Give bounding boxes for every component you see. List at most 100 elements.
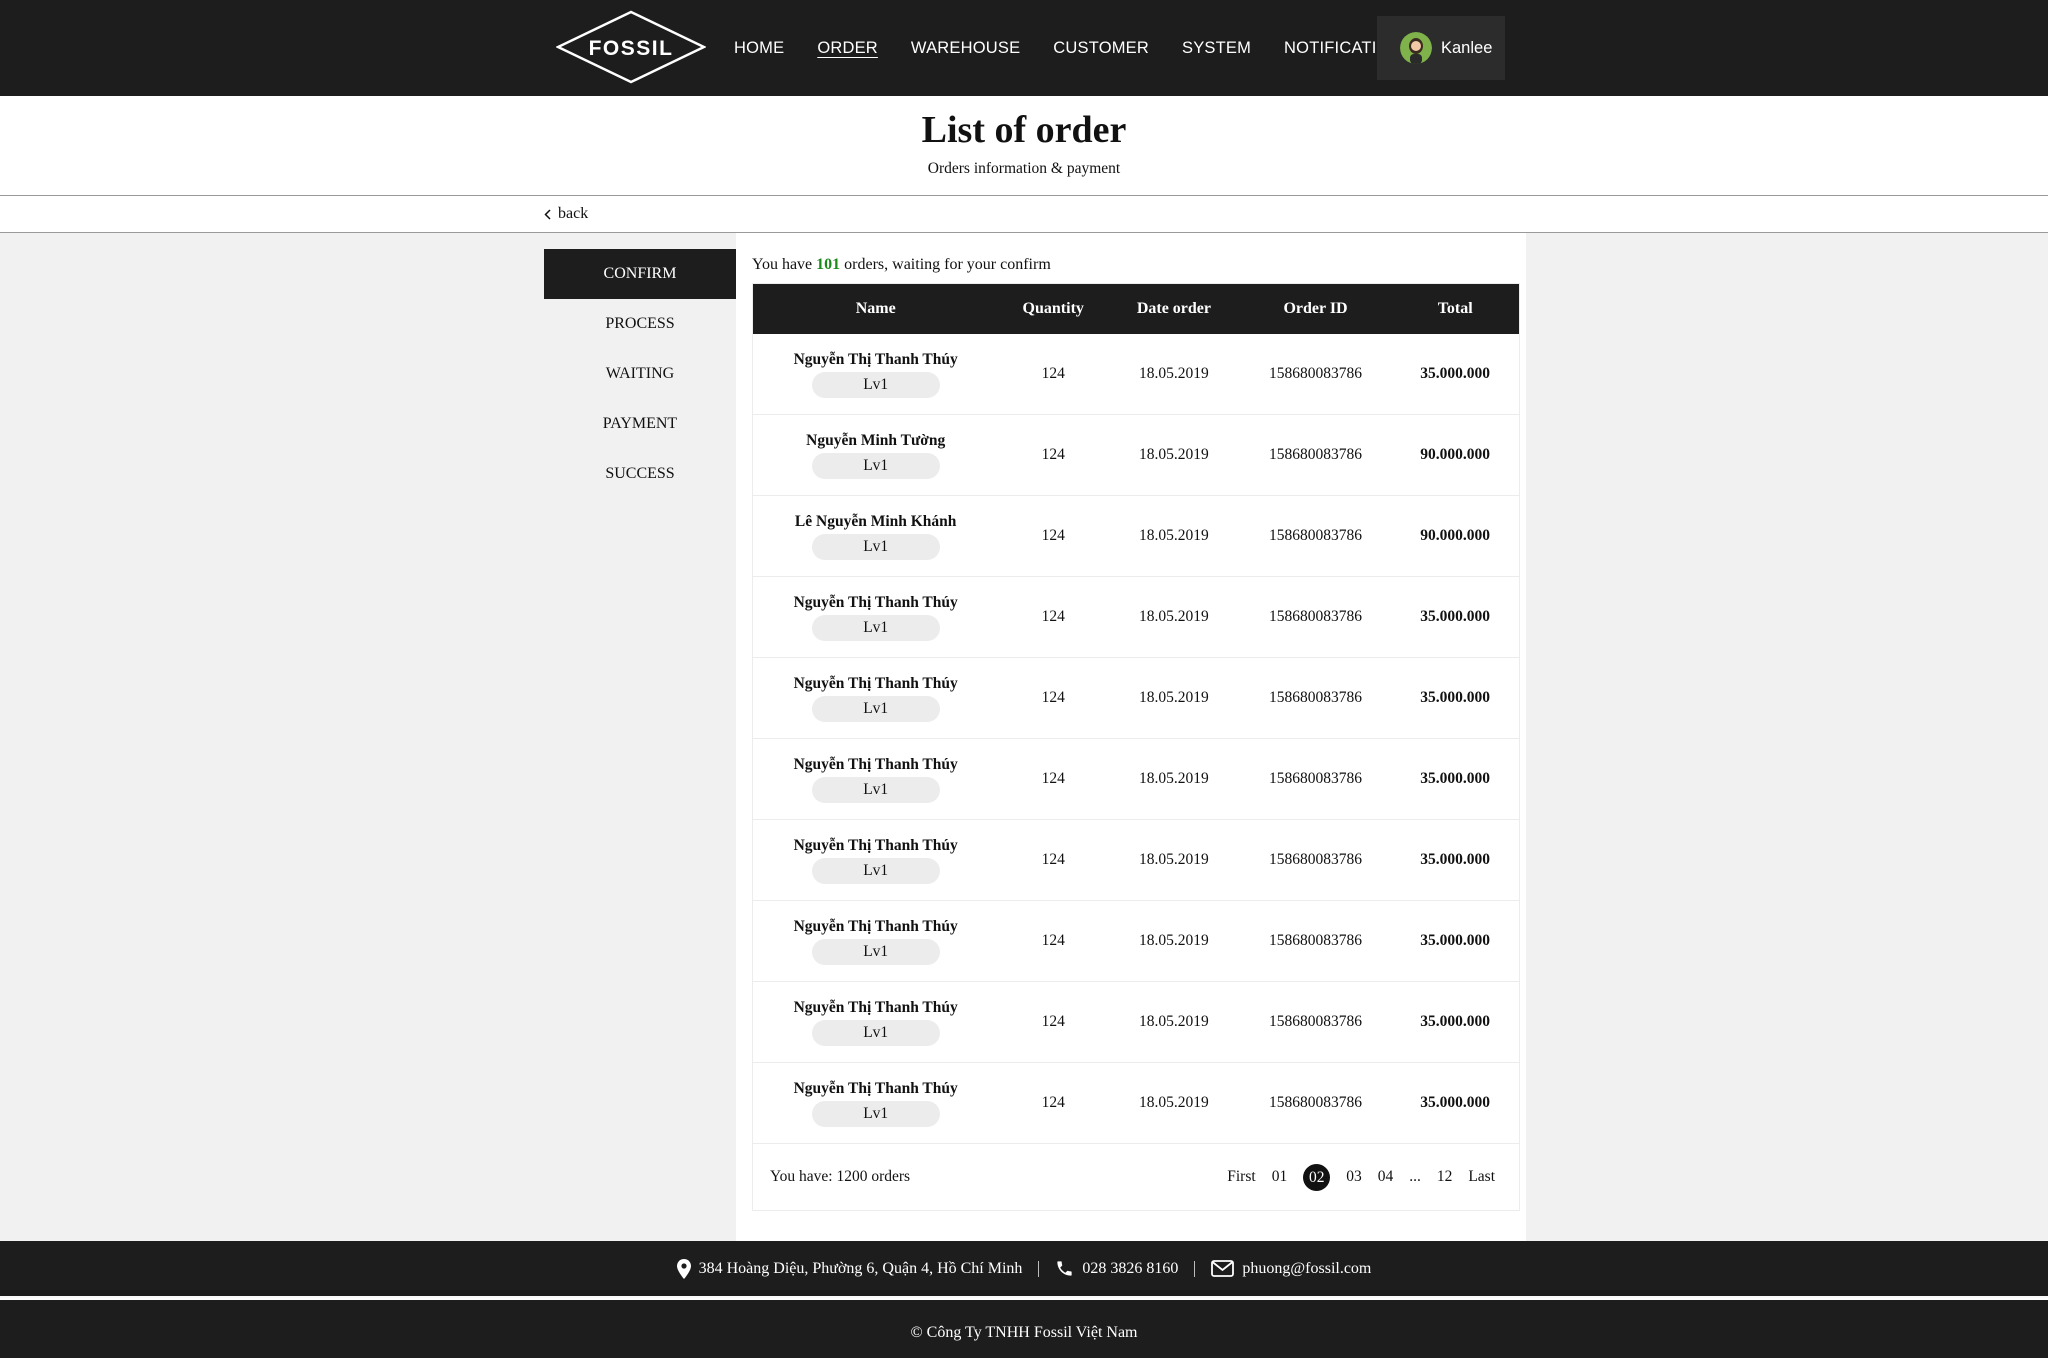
top-navigation-bar: FOSSIL HOME ORDER WAREHOUSE CUSTOMER SYS… (0, 0, 2048, 96)
nav-system[interactable]: SYSTEM (1182, 39, 1251, 58)
customer-cell: Nguyễn Thị Thanh Thúy Lv1 (753, 837, 998, 884)
table-header: Name Quantity Date order Order ID Total (753, 284, 1519, 334)
customer-level-badge: Lv1 (811, 452, 940, 479)
order-id-cell: 158680083786 (1269, 689, 1363, 706)
user-name: Kanlee (1441, 38, 1493, 57)
fossil-logo[interactable]: FOSSIL (556, 10, 706, 84)
order-id-cell: 158680083786 (1269, 1094, 1363, 1111)
phone-icon (1057, 1261, 1073, 1276)
sidebar-item-process[interactable]: PROCESS (544, 299, 736, 349)
sidebar-item-payment[interactable]: PAYMENT (544, 399, 736, 449)
total-cell: 90.000.000 (1420, 527, 1491, 544)
column-header-quantity: Quantity (1022, 300, 1084, 317)
main-nav: HOME ORDER WAREHOUSE CUSTOMER SYSTEM NOT… (734, 0, 1435, 96)
total-cell: 35.000.000 (1420, 932, 1491, 949)
customer-cell: Nguyễn Thị Thanh Thúy Lv1 (753, 918, 998, 965)
customer-cell: Nguyễn Minh Tường Lv1 (753, 432, 998, 479)
page-03[interactable]: 03 (1346, 1168, 1362, 1186)
nav-customer[interactable]: CUSTOMER (1053, 39, 1149, 58)
page-01[interactable]: 01 (1272, 1168, 1288, 1186)
order-id-cell: 158680083786 (1269, 1013, 1363, 1030)
quantity-cell: 124 (1041, 446, 1065, 463)
date-cell: 18.05.2019 (1139, 932, 1209, 949)
nav-order[interactable]: ORDER (817, 39, 878, 58)
quantity-cell: 124 (1041, 932, 1065, 949)
table-row[interactable]: Nguyễn Thị Thanh Thúy Lv1 124 18.05.2019 158… (753, 1063, 1519, 1144)
page-subtitle: Orders information & payment (927, 160, 1121, 177)
user-menu[interactable]: Kanlee (1377, 16, 1505, 80)
order-id-cell: 158680083786 (1269, 932, 1363, 949)
pagination: First 01 02 03 04 ... 12 Last (1211, 1163, 1495, 1191)
table-row[interactable]: Nguyễn Thị Thanh Thúy Lv1 124 18.05.2019 158… (753, 982, 1519, 1063)
table-row[interactable]: Nguyễn Thị Thanh Thúy Lv1 124 18.05.2019 158… (753, 577, 1519, 658)
orders-summary: You have 101 orders, waiting for your co… (752, 256, 1051, 274)
customer-name: Lê Nguyễn Minh Khánh (794, 512, 957, 530)
table-row[interactable]: Nguyễn Thị Thanh Thúy Lv1 124 18.05.2019 158… (753, 658, 1519, 739)
customer-name: Nguyễn Thị Thanh Thúy (793, 998, 958, 1016)
customer-cell: Nguyễn Thị Thanh Thúy Lv1 (753, 351, 998, 398)
table-row[interactable]: Nguyễn Thị Thanh Thúy Lv1 124 18.05.2019 158… (753, 901, 1519, 982)
customer-level-badge: Lv1 (811, 614, 940, 641)
status-sidebar: CONFIRM PROCESS WAITING PAYMENT SUCCESS (544, 249, 736, 499)
sidebar-item-success[interactable]: SUCCESS (544, 449, 736, 499)
phone-text: 028 3826 8160 (1082, 1259, 1179, 1277)
customer-level-badge: Lv1 (811, 1019, 940, 1046)
customer-name: Nguyễn Thị Thanh Thúy (793, 350, 958, 368)
sidebar-item-confirm[interactable]: CONFIRM (544, 249, 736, 299)
table-row[interactable]: Nguyễn Thị Thanh Thúy Lv1 124 18.05.2019 158… (753, 334, 1519, 415)
table-row[interactable]: Nguyễn Thị Thanh Thúy Lv1 124 18.05.2019 158… (753, 739, 1519, 820)
user-avatar-icon (1400, 32, 1432, 64)
customer-cell: Nguyễn Thị Thanh Thúy Lv1 (753, 1080, 998, 1127)
email-text: phuong@fossil.com (1242, 1259, 1372, 1277)
sidebar-item-waiting[interactable]: WAITING (544, 349, 736, 399)
quantity-cell: 124 (1041, 770, 1065, 787)
contact-footer: 384 Hoàng Diệu, Phường 6, Quận 4, Hồ Chí… (0, 1241, 2048, 1298)
total-cell: 35.000.000 (1420, 365, 1491, 382)
total-cell: 35.000.000 (1420, 608, 1491, 625)
date-cell: 18.05.2019 (1139, 365, 1209, 382)
order-id-cell: 158680083786 (1269, 851, 1363, 868)
customer-level-badge: Lv1 (811, 371, 940, 398)
page-12[interactable]: 12 (1437, 1168, 1453, 1186)
page-02[interactable]: 02 (1303, 1163, 1331, 1191)
customer-cell: Lê Nguyễn Minh Khánh Lv1 (753, 513, 998, 560)
back-link[interactable]: back (544, 205, 588, 223)
total-cell: 35.000.000 (1420, 851, 1491, 868)
quantity-cell: 124 (1041, 1094, 1065, 1111)
nav-home[interactable]: HOME (734, 39, 784, 58)
table-row[interactable]: Nguyễn Thị Thanh Thúy Lv1 124 18.05.2019 158… (753, 820, 1519, 901)
date-cell: 18.05.2019 (1139, 770, 1209, 787)
page-04[interactable]: 04 (1378, 1168, 1394, 1186)
customer-name: Nguyễn Minh Tường (806, 431, 946, 449)
column-header-name: Name (855, 300, 896, 317)
table-row[interactable]: Nguyễn Minh Tường Lv1 124 18.05.2019 1586800… (753, 415, 1519, 496)
orders-table: Name Quantity Date order Order ID Total … (752, 283, 1520, 1211)
customer-cell: Nguyễn Thị Thanh Thúy Lv1 (753, 999, 998, 1046)
copyright-footer: © Công Ty TNHH Fossil Việt Nam (0, 1300, 2048, 1358)
customer-level-badge: Lv1 (811, 1100, 940, 1127)
logo-text: FOSSIL (589, 37, 674, 60)
column-header-date: Date order (1136, 300, 1211, 317)
date-cell: 18.05.2019 (1139, 1094, 1209, 1111)
date-cell: 18.05.2019 (1139, 851, 1209, 868)
customer-level-badge: Lv1 (811, 695, 940, 722)
customer-name: Nguyễn Thị Thanh Thúy (793, 674, 958, 692)
column-header-order-id: Order ID (1283, 300, 1348, 317)
page-last[interactable]: Last (1468, 1168, 1495, 1186)
copyright-text: © Công Ty TNHH Fossil Việt Nam (910, 1324, 1138, 1341)
customer-name: Nguyễn Thị Thanh Thúy (793, 917, 958, 935)
nav-warehouse[interactable]: WAREHOUSE (911, 39, 1020, 58)
customer-level-badge: Lv1 (811, 938, 940, 965)
mail-icon (1211, 1260, 1235, 1277)
map-pin-icon (676, 1258, 691, 1279)
table-row[interactable]: Lê Nguyễn Minh Khánh Lv1 124 18.05.2019 1586… (753, 496, 1519, 577)
page-first[interactable]: First (1227, 1168, 1255, 1186)
order-id-cell: 158680083786 (1269, 770, 1363, 787)
page-title: List of order (921, 109, 1127, 151)
date-cell: 18.05.2019 (1139, 527, 1209, 544)
total-cell: 35.000.000 (1420, 1013, 1491, 1030)
footer-email[interactable]: phuong@fossil.com (1195, 1260, 1387, 1278)
total-cell: 35.000.000 (1420, 770, 1491, 787)
customer-name: Nguyễn Thị Thanh Thúy (793, 1079, 958, 1097)
quantity-cell: 124 (1041, 527, 1065, 544)
